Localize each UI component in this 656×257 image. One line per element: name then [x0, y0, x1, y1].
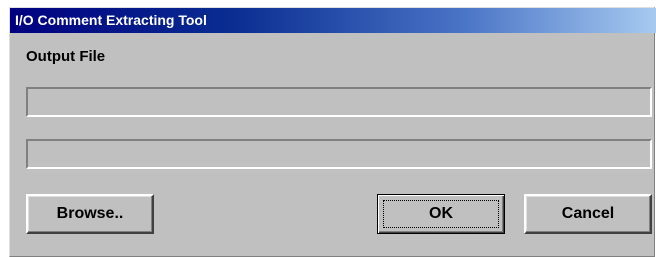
window-title: I/O Comment Extracting Tool	[15, 12, 207, 28]
secondary-field[interactable]	[26, 139, 652, 169]
output-file-label: Output File	[26, 48, 106, 65]
ok-button[interactable]: OK	[377, 194, 505, 234]
cancel-button-label: Cancel	[561, 205, 615, 222]
ok-button-label: OK	[429, 205, 453, 222]
browse-button[interactable]: Browse..	[26, 194, 154, 234]
output-file-field[interactable]	[26, 87, 652, 117]
title-bar[interactable]: I/O Comment Extracting Tool	[10, 8, 656, 33]
browse-button-label: Browse..	[56, 205, 124, 222]
cancel-button[interactable]: Cancel	[524, 194, 652, 234]
dialog-window: I/O Comment Extracting Tool Output File …	[9, 7, 656, 257]
